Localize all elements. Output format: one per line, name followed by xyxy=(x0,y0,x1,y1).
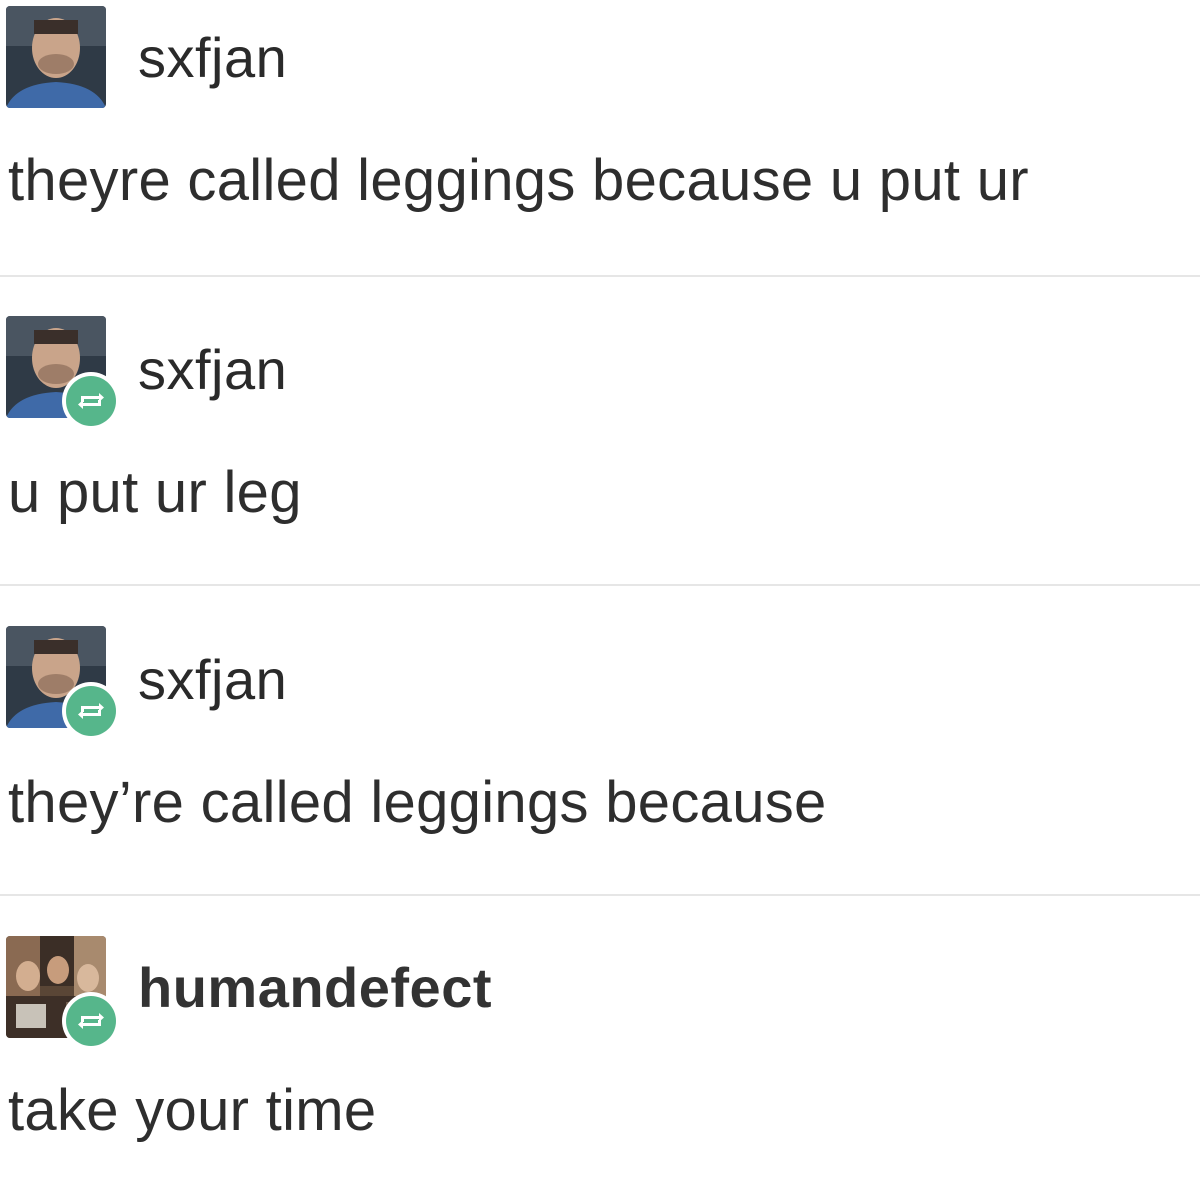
post-3: sxfjan they’re called leggings because xyxy=(0,588,1200,896)
divider xyxy=(0,894,1200,896)
post-text: they’re called leggings because xyxy=(8,770,827,835)
username[interactable]: sxfjan xyxy=(138,652,287,708)
text-overflow-fade xyxy=(1160,140,1200,220)
reblog-arrows-icon xyxy=(78,1013,104,1029)
reblog-badge xyxy=(62,682,120,740)
divider xyxy=(0,584,1200,586)
post-4: humandefect take your time xyxy=(0,898,1200,1194)
post-text: theyre called leggings because u put ur xyxy=(8,148,1029,213)
divider xyxy=(0,275,1200,277)
post-2: sxfjan u put ur leg xyxy=(0,278,1200,586)
avatar[interactable] xyxy=(6,6,106,108)
post-1: sxfjan theyre called leggings because u … xyxy=(0,0,1200,276)
reblog-arrows-icon xyxy=(78,393,104,409)
reblog-badge xyxy=(62,372,120,430)
post-text: take your time xyxy=(8,1078,377,1143)
reblog-arrows-icon xyxy=(78,703,104,719)
reblog-badge xyxy=(62,992,120,1050)
username[interactable]: sxfjan xyxy=(138,30,287,86)
username[interactable]: humandefect xyxy=(138,960,492,1016)
username[interactable]: sxfjan xyxy=(138,342,287,398)
post-text: u put ur leg xyxy=(8,460,302,525)
